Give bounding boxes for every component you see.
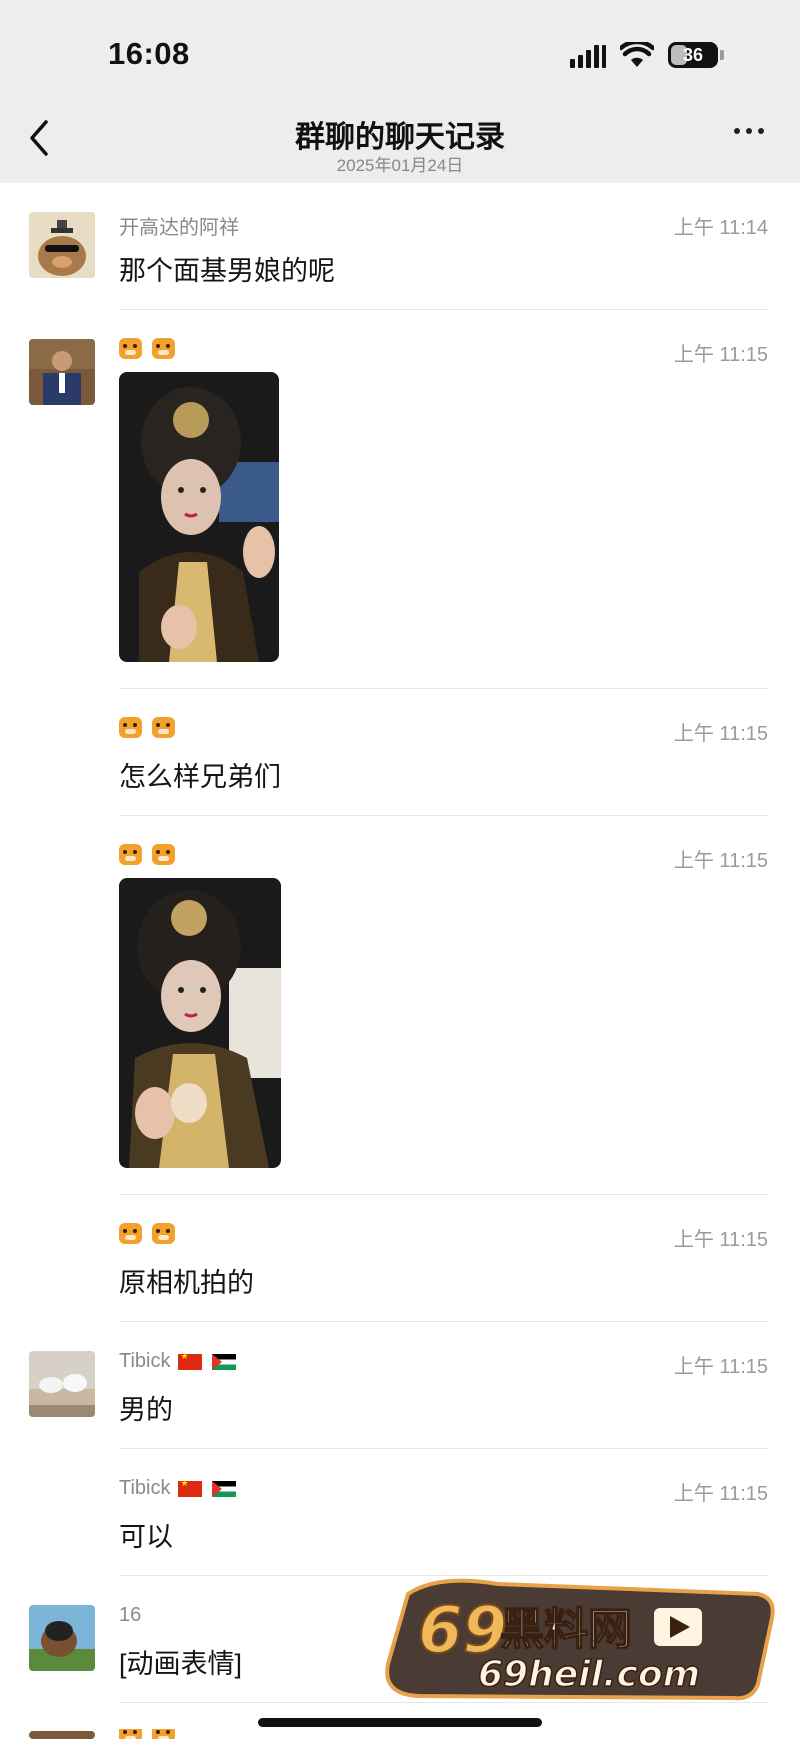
sender-name: Tibick bbox=[119, 1350, 237, 1373]
message-time: 上午 11:15 bbox=[673, 850, 768, 872]
message-time: 上午 11:15 bbox=[673, 1356, 768, 1378]
palestine-flag-icon bbox=[212, 1353, 237, 1370]
message-text: 怎么样兄弟们 bbox=[119, 762, 281, 792]
divider bbox=[119, 309, 768, 310]
message-time: 上午 11:15 bbox=[673, 723, 768, 745]
page-title: 群聊的聊天记录 bbox=[295, 121, 505, 154]
tiger-emoji-icon bbox=[119, 1223, 142, 1244]
avatar[interactable] bbox=[29, 212, 95, 278]
page-subtitle: 2025年01月24日 bbox=[336, 156, 464, 175]
divider bbox=[119, 1448, 768, 1449]
sender-name: Tibick bbox=[119, 1477, 237, 1500]
china-flag-icon bbox=[178, 1478, 203, 1497]
sender-name bbox=[119, 1729, 181, 1739]
divider bbox=[119, 815, 768, 816]
sender-name-text: Tibick bbox=[119, 1350, 171, 1372]
message-text: 可以 bbox=[119, 1522, 173, 1552]
message-time: 上午 11:15 bbox=[673, 344, 768, 366]
tiger-emoji-icon bbox=[119, 717, 142, 738]
divider bbox=[119, 1321, 768, 1322]
more-dots-icon[interactable] bbox=[734, 128, 764, 134]
avatar[interactable] bbox=[29, 1731, 95, 1739]
message-time: 上午 11:15 bbox=[673, 1483, 768, 1505]
message-text: 原相机拍的 bbox=[119, 1268, 254, 1298]
wifi-icon bbox=[620, 42, 654, 68]
palestine-flag-icon bbox=[212, 1480, 237, 1497]
home-indicator[interactable] bbox=[258, 1718, 542, 1727]
sender-name bbox=[119, 338, 181, 359]
message-photo[interactable] bbox=[119, 878, 281, 1168]
china-flag-icon bbox=[178, 1351, 203, 1370]
watermark-title: 黑料网 bbox=[500, 1604, 632, 1655]
sender-name bbox=[119, 717, 181, 738]
status-time: 16:08 bbox=[108, 36, 190, 71]
message-photo[interactable] bbox=[119, 372, 279, 662]
sender-name bbox=[119, 1223, 181, 1244]
avatar[interactable] bbox=[29, 1351, 95, 1417]
status-icons: 36 bbox=[570, 42, 724, 68]
sender-name-text: Tibick bbox=[119, 1477, 171, 1499]
message-text: [动画表情] bbox=[119, 1649, 243, 1679]
sender-name: 16 bbox=[119, 1604, 142, 1626]
message-text: 那个面基男娘的呢 bbox=[119, 256, 335, 286]
avatar[interactable] bbox=[29, 339, 95, 405]
sender-name bbox=[119, 844, 181, 865]
tiger-emoji-icon bbox=[119, 1729, 142, 1739]
tiger-emoji-icon bbox=[152, 717, 175, 738]
divider bbox=[119, 688, 768, 689]
watermark-url: 69heil.com bbox=[478, 1654, 700, 1695]
message-time: 上午 11:15 bbox=[673, 1229, 768, 1251]
message-time: 上午 11:14 bbox=[673, 217, 768, 239]
sender-name: 开高达的阿祥 bbox=[119, 217, 239, 239]
divider bbox=[119, 1194, 768, 1195]
battery-level: 36 bbox=[682, 44, 704, 65]
tiger-emoji-icon bbox=[152, 1223, 175, 1244]
tiger-emoji-icon bbox=[152, 1729, 175, 1739]
message-text: 男的 bbox=[119, 1395, 173, 1425]
tiger-emoji-icon bbox=[152, 338, 175, 359]
battery-icon: 36 bbox=[668, 42, 718, 68]
tiger-emoji-icon bbox=[119, 338, 142, 359]
battery-cap bbox=[720, 50, 724, 60]
tiger-emoji-icon bbox=[152, 844, 175, 865]
tiger-emoji-icon bbox=[119, 844, 142, 865]
cellular-signal-icon bbox=[570, 42, 606, 68]
top-bar: 16:08 36 群聊的聊天记录 2025年01月24日 bbox=[0, 0, 800, 183]
watermark-logo: 69 黑料网 69heil.com bbox=[378, 1574, 776, 1704]
avatar[interactable] bbox=[29, 1605, 95, 1671]
